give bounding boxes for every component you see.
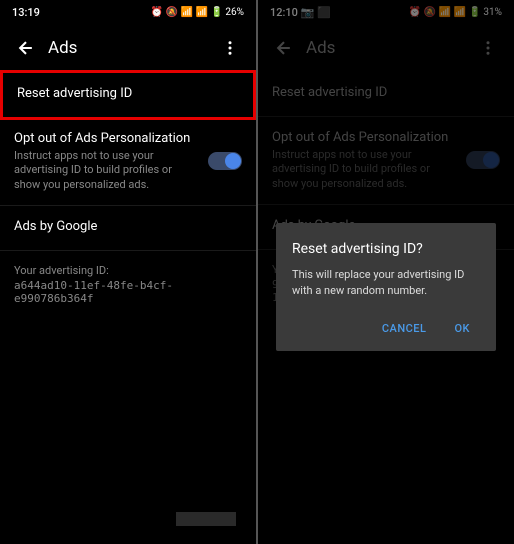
back-button[interactable] — [8, 30, 44, 66]
status-time: 13:19 — [12, 6, 40, 19]
status-bar: 13:19 ⏰ 🔕 📶 📶 🔋 26% — [0, 0, 256, 24]
optout-sub: Instruct apps not to use your advertisin… — [14, 149, 198, 192]
status-icons: ⏰ 🔕 📶 📶 🔋 26% — [151, 7, 244, 18]
header: Ads — [0, 24, 256, 72]
more-vert-icon — [221, 39, 239, 57]
google-title: Ads by Google — [14, 219, 242, 234]
dialog-overlay: Reset advertising ID? This will replace … — [258, 0, 514, 544]
ads-by-google-item[interactable]: Ads by Google — [0, 206, 256, 251]
dialog-actions: CANCEL OK — [292, 314, 480, 343]
more-button[interactable] — [212, 30, 248, 66]
screen-right: 12:10 📷 ⬛ ⏰ 🔕 📶 📶 🔋 31% Ads Reset advert… — [258, 0, 514, 544]
advertising-id-section: Your advertising ID: a644ad10-11ef-48fe-… — [0, 251, 256, 318]
id-label: Your advertising ID: — [14, 264, 242, 277]
optout-toggle[interactable] — [208, 152, 242, 170]
dialog-text: This will replace your advertising ID wi… — [292, 267, 480, 298]
screen-left: 13:19 ⏰ 🔕 📶 📶 🔋 26% Ads Reset advertisin… — [0, 0, 256, 544]
reset-title: Reset advertising ID — [17, 86, 239, 101]
ok-button[interactable]: OK — [444, 314, 480, 343]
reset-dialog: Reset advertising ID? This will replace … — [276, 223, 496, 351]
toggle-thumb — [225, 153, 241, 169]
reset-advertising-id-item[interactable]: Reset advertising ID — [0, 70, 256, 120]
cancel-button[interactable]: CANCEL — [372, 314, 437, 343]
page-title: Ads — [48, 38, 212, 58]
opt-out-item[interactable]: Opt out of Ads Personalization Instruct … — [0, 118, 256, 206]
id-value: a644ad10-11ef-48fe-b4cf-e990786b364f — [14, 279, 242, 305]
back-arrow-icon — [16, 38, 36, 58]
footer-placeholder — [176, 512, 236, 526]
dialog-title: Reset advertising ID? — [292, 241, 480, 257]
optout-title: Opt out of Ads Personalization — [14, 131, 198, 146]
